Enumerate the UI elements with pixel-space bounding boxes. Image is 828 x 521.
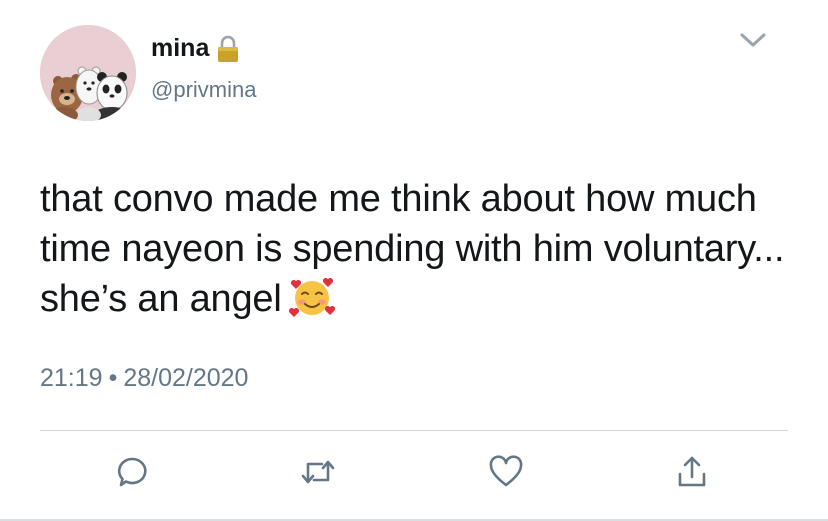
avatar-bears-image (40, 25, 136, 121)
tweet-body: that convo made me think about how much … (40, 178, 785, 320)
avatar[interactable] (40, 25, 136, 121)
reply-button[interactable] (114, 452, 150, 492)
meta-separator: • (108, 364, 118, 392)
heart-icon (489, 455, 523, 487)
smiling-face-with-hearts-icon (288, 275, 336, 319)
tweet-timestamp[interactable]: 21:19 • 28/02/2020 (40, 364, 248, 393)
display-name[interactable]: mina (151, 34, 209, 63)
lock-icon (215, 35, 241, 63)
share-button[interactable] (674, 452, 710, 492)
reply-icon (117, 457, 147, 487)
retweet-icon (301, 460, 335, 484)
chevron-down-icon[interactable] (739, 30, 767, 50)
tweet-time: 21:19 (40, 364, 103, 392)
like-button[interactable] (488, 452, 524, 492)
tweet-date: 28/02/2020 (123, 364, 249, 392)
retweet-button[interactable] (300, 452, 336, 492)
divider (40, 430, 788, 431)
tweet-actions (0, 452, 828, 500)
share-icon (678, 456, 706, 487)
user-handle[interactable]: @privmina (151, 77, 256, 103)
author-name-row[interactable]: mina (151, 34, 241, 63)
tweet-text: that convo made me think about how much … (40, 174, 800, 324)
